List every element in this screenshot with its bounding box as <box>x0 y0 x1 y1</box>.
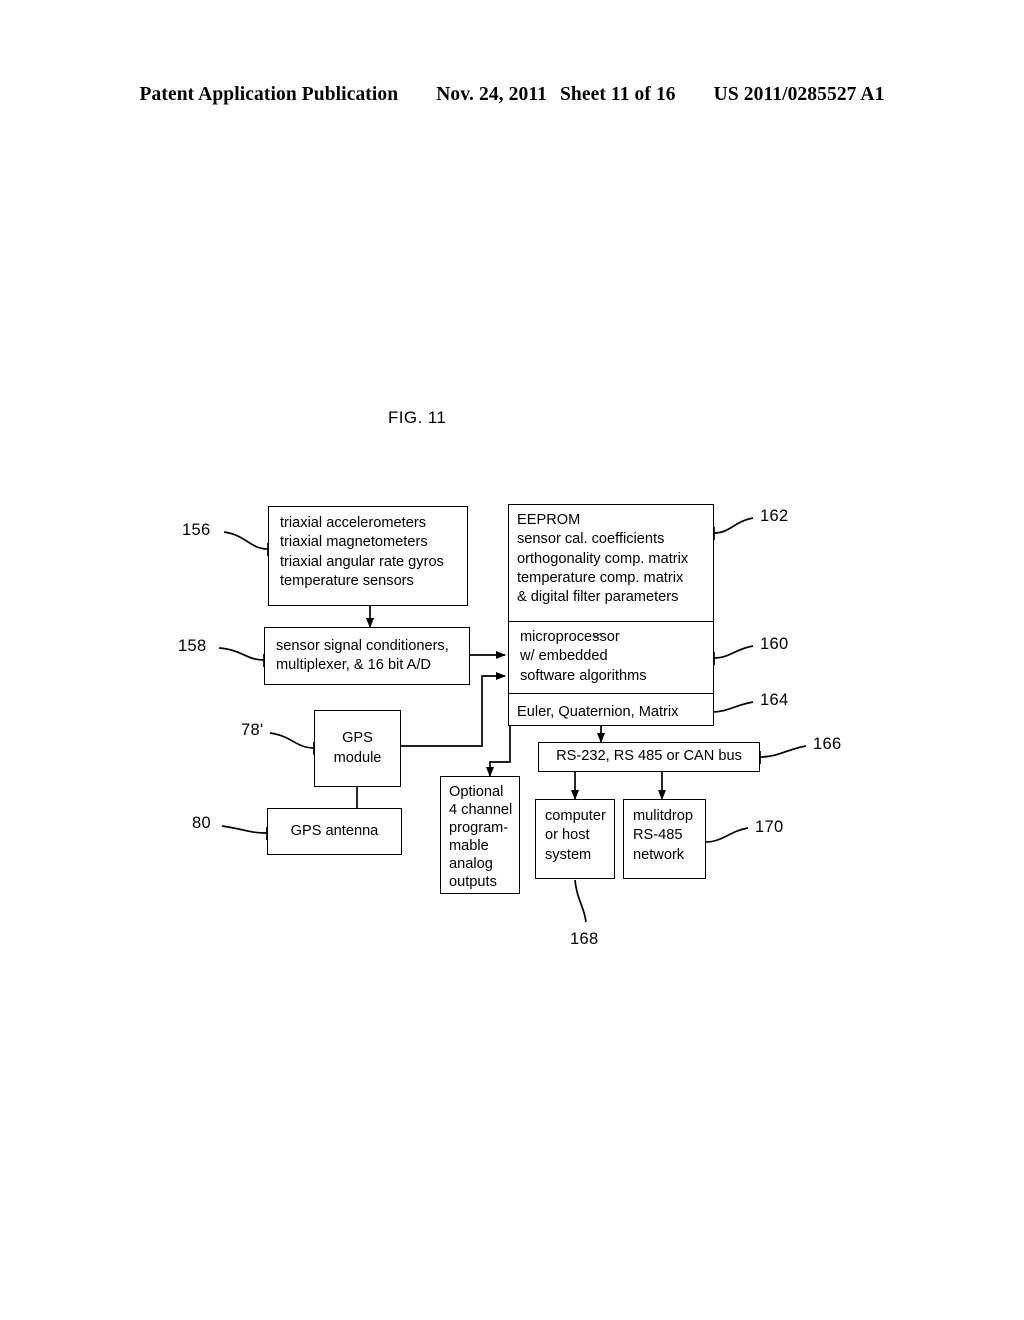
eeprom-line-5: & digital filter parameters <box>517 589 679 605</box>
reference-numeral-160: 160 <box>760 635 789 653</box>
connector-euler-to-analog-outputs <box>485 726 511 778</box>
analog-outputs-line-5: analog <box>449 856 493 873</box>
header-patent-number: US 2011/0285527 A1 <box>713 84 885 105</box>
gps-antenna-line-1: GPS antenna <box>290 822 379 839</box>
reference-numeral-156: 156 <box>182 521 211 539</box>
block-optional-analog-outputs[interactable]: Optional 4 channel program- mable analog… <box>440 776 520 894</box>
eeprom-line-1: EEPROM <box>517 512 581 528</box>
network-line-3: network <box>633 846 685 863</box>
microprocessor-line-3: software algorithms <box>520 667 647 684</box>
analog-outputs-line-1: Optional <box>449 784 504 800</box>
connector-gps-to-microprocessor <box>401 671 507 747</box>
bus-line-1: RS-232, RS 485 or CAN bus <box>556 748 742 765</box>
euler-line-1: Euler, Quaternion, Matrix <box>517 703 679 720</box>
header-date-label: Nov. 24, 2011 <box>436 84 547 105</box>
gps-module-line-2: module <box>333 749 382 766</box>
host-line-3: system <box>545 846 592 863</box>
eeprom-line-3: orthogonality comp. matrix <box>517 550 689 567</box>
gps-module-line-1: GPS <box>342 730 373 747</box>
eeprom-line-4: temperature comp. matrix <box>517 569 684 586</box>
block-computer-or-host-system[interactable]: computer or host system <box>535 799 615 879</box>
block-microprocessor[interactable]: microprocessor w/ embedded software algo… <box>509 622 713 694</box>
lead-line-158 <box>218 647 265 661</box>
block-euler-quaternion-matrix[interactable]: Euler, Quaternion, Matrix <box>509 694 713 725</box>
analog-outputs-line-3: program- <box>449 820 509 837</box>
analog-outputs-line-6: outputs <box>449 874 497 891</box>
reference-numeral-168: 168 <box>570 930 599 948</box>
header-sheet-label: Sheet 11 of 16 <box>559 84 676 105</box>
reference-numeral-170: 170 <box>755 818 784 836</box>
eeprom-line-2: sensor cal. coefficients <box>517 531 665 548</box>
lead-line-80 <box>221 825 268 834</box>
microprocessor-line-1: microprocessor <box>520 629 620 645</box>
lead-line-168 <box>574 879 587 923</box>
analog-outputs-line-2: 4 channel <box>449 802 513 819</box>
reference-numeral-78-prime: 78' <box>241 721 264 739</box>
block-multidrop-network[interactable]: mulitdrop RS-485 network <box>623 799 706 879</box>
sensors-line-4: temperature sensors <box>280 572 414 589</box>
microprocessor-line-2: w/ embedded <box>520 648 608 665</box>
host-line-1: computer <box>545 808 606 824</box>
lead-line-160 <box>713 645 754 659</box>
lead-line-170 <box>705 827 749 843</box>
sensors-line-1: triaxial accelerometers <box>280 515 426 531</box>
block-gps-module[interactable]: GPS module <box>314 710 401 787</box>
conditioners-line-2: multiplexer, & 16 bit A/D <box>276 657 431 674</box>
block-eeprom[interactable]: EEPROM sensor cal. coefficients orthogon… <box>509 505 713 622</box>
sensors-line-3: triaxial angular rate gyros <box>280 553 444 570</box>
reference-numeral-158: 158 <box>178 637 207 655</box>
lead-line-78p <box>269 732 315 749</box>
network-line-2: RS-485 <box>633 827 683 844</box>
page-header: Patent Application Publication Nov. 24, … <box>0 84 1024 106</box>
lead-line-162 <box>713 517 754 534</box>
figure-title: FIG. 11 <box>388 408 447 427</box>
network-line-1: mulitdrop <box>633 808 694 824</box>
lead-line-166 <box>759 745 807 758</box>
reference-numeral-80: 80 <box>192 814 211 832</box>
reference-numeral-164: 164 <box>760 691 789 709</box>
reference-numeral-162: 162 <box>760 507 789 525</box>
block-gps-antenna[interactable]: GPS antenna <box>267 808 402 855</box>
block-sensors[interactable]: triaxial accelerometers triaxial magneto… <box>268 506 468 606</box>
reference-numeral-166: 166 <box>813 735 842 753</box>
block-processing-stack: EEPROM sensor cal. coefficients orthogon… <box>508 504 714 726</box>
sensors-line-2: triaxial magnetometers <box>280 534 428 551</box>
lead-line-156 <box>223 531 269 550</box>
block-communication-bus[interactable]: RS-232, RS 485 or CAN bus <box>538 742 760 772</box>
block-sensor-signal-conditioners[interactable]: sensor signal conditioners, multiplexer,… <box>264 627 470 685</box>
conditioners-line-1: sensor signal conditioners, <box>276 638 449 654</box>
lead-line-164 <box>711 701 754 713</box>
header-publication-label: Patent Application Publication <box>139 84 399 105</box>
host-line-2: or host <box>545 827 590 844</box>
analog-outputs-line-4: mable <box>449 838 489 855</box>
